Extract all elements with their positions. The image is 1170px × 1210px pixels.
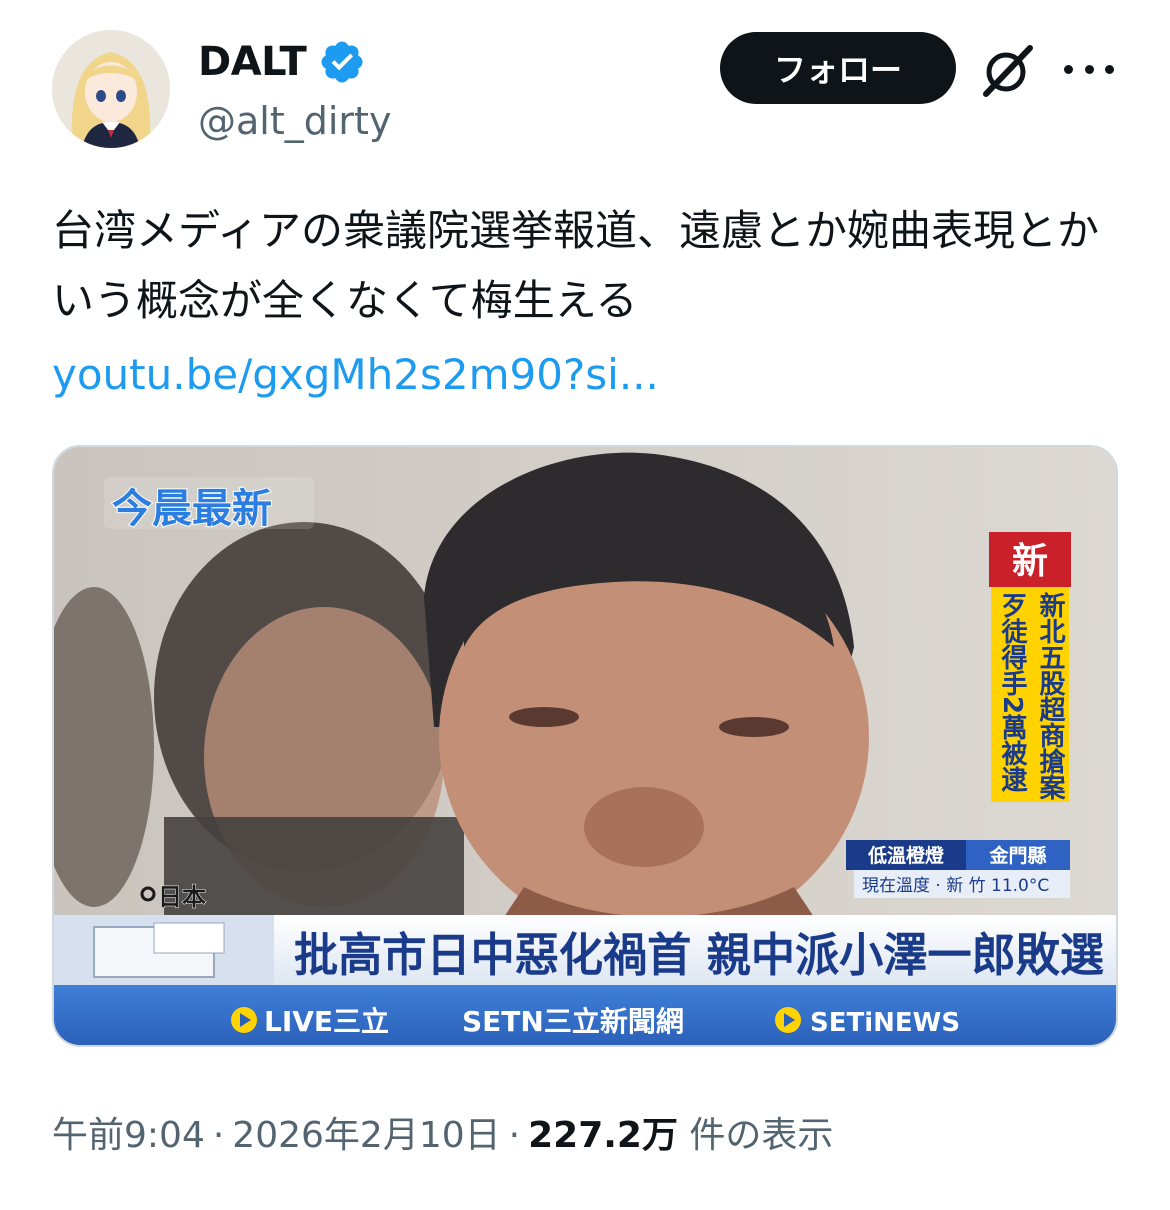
view-count-suffix: 件の表示: [689, 1115, 834, 1156]
weather-alert: 低溫橙燈: [867, 844, 945, 867]
view-count[interactable]: 227.2万: [528, 1115, 678, 1156]
tweet-time[interactable]: 午前9:04: [52, 1115, 205, 1156]
headline-text: 批高市日中惡化禍首 親中派小澤一郎敗選: [294, 928, 1104, 982]
tweet-text: 台湾メディアの衆議院選挙報道、遠慮とか婉曲表現とかいう概念が全くなくて梅生える: [52, 206, 1100, 325]
side-badge: 新: [1012, 541, 1048, 582]
weather-temp: 現在溫度 · 新 竹 11.0°C: [862, 876, 1049, 896]
verified-badge-icon: [321, 41, 363, 83]
program-logo: 今晨最新: [112, 486, 272, 532]
side-ticker-line2: 歹徒得手2萬被逮: [997, 592, 1028, 793]
media-card[interactable]: 今晨最新 新 新北五股超商搶案 歹徒得手2萬被逮 低溫橙燈 金門縣 現在溫度 ·…: [52, 445, 1118, 1047]
display-name[interactable]: DALT: [198, 38, 307, 86]
weather-place: 金門縣: [988, 844, 1046, 867]
brand-inews: SETiNEWS: [810, 1008, 960, 1038]
side-ticker-line1: 新北五股超商搶案: [1035, 591, 1066, 800]
separator-dot: ·: [212, 1115, 225, 1156]
author-handle[interactable]: @alt_dirty: [198, 98, 391, 144]
author-name-row[interactable]: DALT: [198, 38, 366, 86]
tweet-meta: 午前9:04 · 2026年2月10日 · 227.2万 件の表示: [52, 1108, 833, 1164]
tweet-link[interactable]: youtu.be/gxgMh2s2m90?si...: [52, 340, 659, 410]
brand-live: LIVE三立: [264, 1005, 389, 1038]
grok-icon[interactable]: [978, 40, 1038, 100]
brand-setn: SETN三立新聞網: [462, 1005, 684, 1038]
location-label: 日本: [158, 883, 206, 911]
follow-button[interactable]: フォロー: [720, 32, 956, 104]
avatar-illustration: [52, 30, 170, 148]
avatar[interactable]: [52, 30, 170, 148]
video-thumbnail: 今晨最新 新 新北五股超商搶案 歹徒得手2萬被逮 低溫橙燈 金門縣 現在溫度 ·…: [54, 447, 1116, 1045]
separator-dot: ·: [508, 1115, 521, 1156]
more-options-icon[interactable]: [1064, 54, 1114, 84]
tweet-date[interactable]: 2026年2月10日: [232, 1115, 500, 1156]
